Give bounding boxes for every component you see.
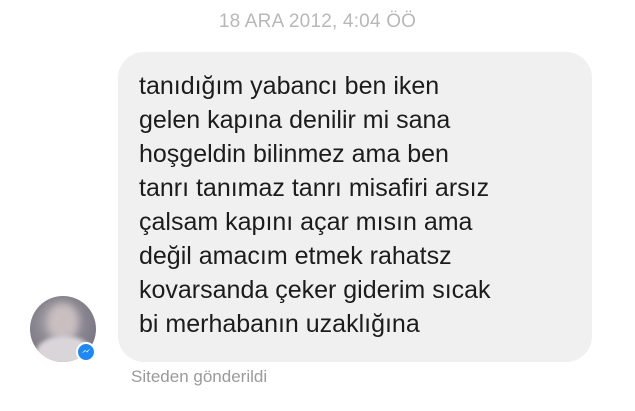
message-row: tanıdığım yabancı ben iken gelen kapına … bbox=[0, 0, 635, 411]
message-line: tanrı tanımaz tanrı misafiri arsız bbox=[139, 174, 490, 202]
message-line: gelen kapına denilir mi sana bbox=[139, 106, 451, 134]
messenger-icon bbox=[76, 342, 96, 362]
message-bubble[interactable]: tanıdığım yabancı ben iken gelen kapına … bbox=[118, 52, 592, 362]
message-line: kovarsanda çeker giderim sıcak bbox=[139, 276, 491, 304]
message-line: bi merhabanın uzaklığına bbox=[139, 310, 420, 338]
sent-from-label: Siteden gönderildi bbox=[131, 367, 268, 386]
avatar[interactable] bbox=[30, 296, 96, 362]
message-line: çalsam kapını açar mısın ama bbox=[139, 208, 473, 236]
avatar-face-blur bbox=[48, 304, 78, 340]
message-line: hoşgeldin bilinmez ama ben bbox=[139, 140, 449, 168]
messenger-bolt-icon bbox=[81, 348, 91, 354]
message-line: tanıdığım yabancı ben iken bbox=[139, 72, 440, 100]
message-line: değil amacım etmek rahatsz bbox=[139, 242, 452, 270]
